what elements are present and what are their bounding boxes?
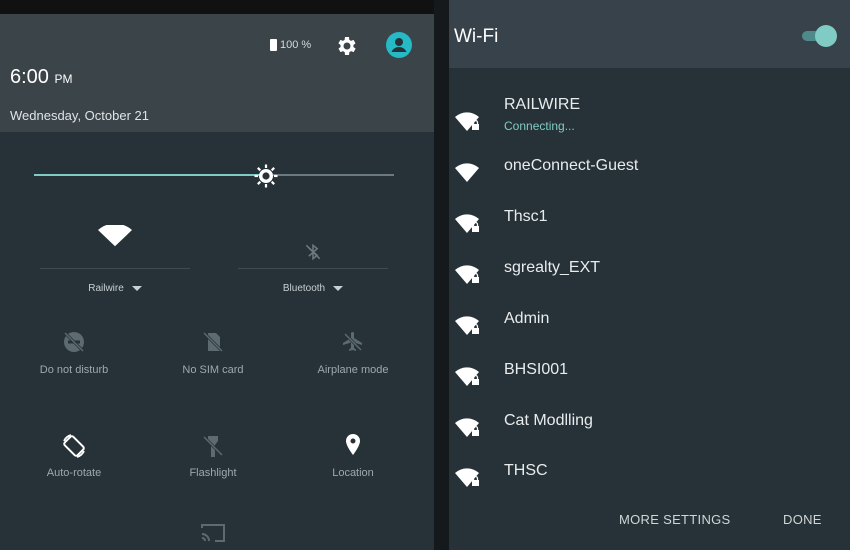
auto-rotate-label: Auto-rotate <box>46 467 102 479</box>
wifi-network-name: Cat Modlling <box>504 412 593 429</box>
wifi-tile-label[interactable]: Railwire <box>40 283 190 294</box>
wifi-network-name: Thsc1 <box>504 208 548 225</box>
bluetooth-tile-divider <box>238 268 388 269</box>
battery-indicator[interactable]: 100 % <box>270 39 311 51</box>
clock-time: 6:00 <box>10 66 49 88</box>
settings-gear-icon[interactable] <box>334 34 358 58</box>
wifi-locked-icon <box>455 265 479 284</box>
location-pin-icon <box>346 434 360 455</box>
flashlight-tile[interactable]: Flashlight <box>158 433 268 479</box>
done-button[interactable]: DONE <box>783 512 822 527</box>
wifi-network-row[interactable]: THSC <box>449 462 850 506</box>
clock[interactable]: 6:00 PM <box>10 66 73 89</box>
auto-rotate-icon <box>63 434 85 458</box>
wifi-network-row[interactable]: oneConnect-Guest <box>449 157 850 201</box>
wifi-network-name: THSC <box>504 462 548 479</box>
more-settings-button[interactable]: MORE SETTINGS <box>619 512 731 527</box>
wifi-network-row[interactable]: Thsc1 <box>449 208 850 252</box>
battery-percent: 100 % <box>280 39 312 51</box>
wifi-network-row[interactable]: sgrealty_EXT <box>449 259 850 303</box>
wifi-network-row[interactable]: RAILWIRE Connecting... <box>449 96 850 140</box>
wifi-network-name: RAILWIRE <box>504 96 581 113</box>
clock-ampm: PM <box>54 72 73 86</box>
wifi-signal-icon <box>455 163 479 182</box>
wifi-toggle[interactable] <box>802 25 837 47</box>
cast-icon <box>201 524 225 542</box>
wifi-toggle-knob <box>815 25 837 47</box>
airplane-tile[interactable]: Airplane mode <box>298 330 408 376</box>
battery-icon <box>270 39 277 51</box>
no-sim-icon <box>202 331 224 353</box>
airplane-icon <box>343 332 363 352</box>
flashlight-label: Flashlight <box>189 467 237 479</box>
user-avatar[interactable] <box>386 32 412 58</box>
wifi-locked-icon <box>455 468 479 487</box>
status-header: 6:00 PM Wednesday, October 21 100 % <box>0 14 434 132</box>
sim-tile[interactable]: No SIM card <box>158 330 268 376</box>
wifi-locked-icon <box>455 367 479 386</box>
brightness-thumb-icon[interactable] <box>253 163 279 189</box>
bluetooth-label: Bluetooth <box>282 283 326 294</box>
airplane-label: Airplane mode <box>317 364 389 376</box>
auto-rotate-tile[interactable]: Auto-rotate <box>19 432 129 479</box>
wifi-network-name: Admin <box>504 310 550 327</box>
chevron-down-icon <box>333 285 344 291</box>
wifi-network-row[interactable]: Cat Modlling <box>449 412 850 456</box>
wifi-network-name: BHSI001 <box>504 361 569 378</box>
wifi-header: Wi-Fi <box>449 0 850 68</box>
chevron-down-icon <box>131 285 142 291</box>
wifi-network-name: oneConnect-Guest <box>504 157 639 174</box>
date[interactable]: Wednesday, October 21 <box>10 108 149 123</box>
wifi-network-row[interactable]: Admin <box>449 310 850 354</box>
wifi-locked-icon <box>455 112 479 131</box>
flashlight-icon <box>202 435 224 457</box>
wifi-network-status: Connecting... <box>504 119 575 133</box>
bluetooth-off-icon <box>305 243 321 261</box>
wifi-tile[interactable]: Railwire <box>40 222 190 312</box>
sim-label: No SIM card <box>182 364 244 376</box>
wifi-icon <box>98 225 132 247</box>
wifi-network-name: sgrealty_EXT <box>504 259 601 276</box>
brightness-fill <box>34 174 268 176</box>
bluetooth-tile-label[interactable]: Bluetooth <box>238 283 388 294</box>
wifi-locked-icon <box>455 214 479 233</box>
brightness-slider[interactable] <box>34 174 394 176</box>
cast-tile[interactable] <box>158 522 268 544</box>
panel-divider <box>434 0 449 550</box>
wifi-locked-icon <box>455 418 479 437</box>
wifi-network-name: Railwire <box>88 283 124 294</box>
quick-settings-panel: 6:00 PM Wednesday, October 21 100 % Rail… <box>0 0 434 550</box>
do-not-disturb-off-icon <box>63 331 85 353</box>
wifi-locked-icon <box>455 316 479 335</box>
wifi-title: Wi-Fi <box>454 26 499 47</box>
dnd-label: Do not disturb <box>39 364 109 376</box>
wifi-network-row[interactable]: BHSI001 <box>449 361 850 405</box>
wifi-panel: Wi-Fi RAILWIRE Connecting... oneConnect-Gu… <box>449 0 850 550</box>
location-label: Location <box>332 467 374 479</box>
location-tile[interactable]: Location <box>298 432 408 479</box>
user-icon <box>391 38 407 52</box>
wifi-tile-divider <box>40 268 190 269</box>
bluetooth-tile[interactable]: Bluetooth <box>238 222 388 312</box>
dnd-tile[interactable]: Do not disturb <box>19 330 129 376</box>
